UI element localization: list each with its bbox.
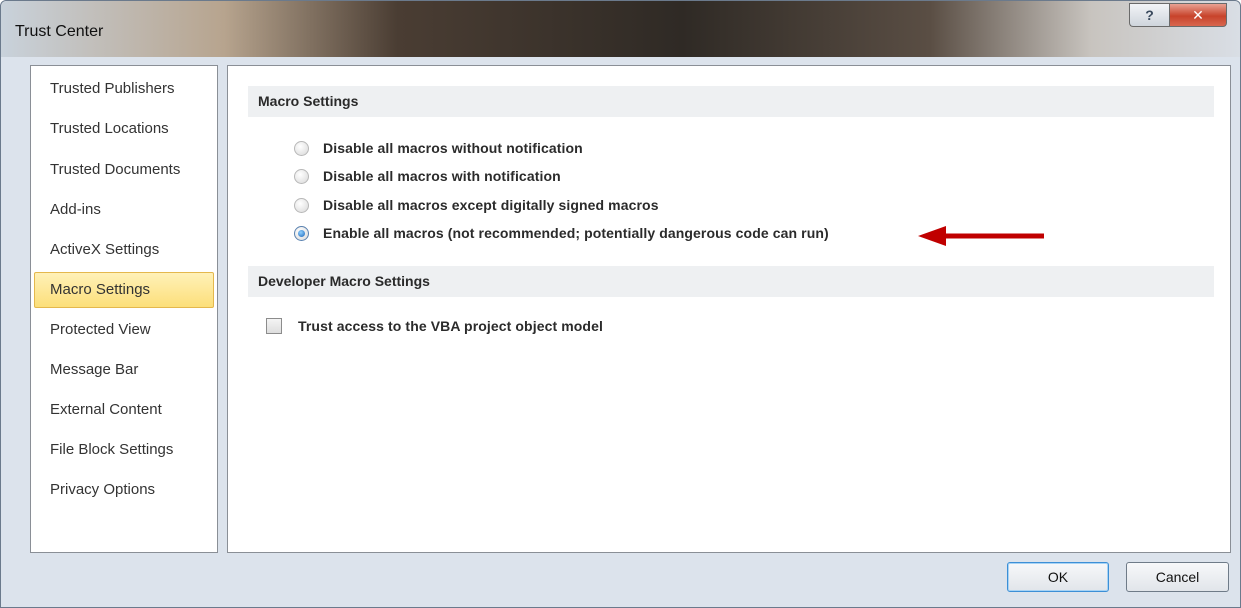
nav-item-trusted-locations[interactable]: Trusted Locations [34, 111, 214, 147]
help-button[interactable]: ? [1129, 3, 1169, 27]
checkbox-label: Trust access to the VBA project object m… [298, 318, 603, 334]
red-arrow-icon [918, 226, 1044, 246]
nav-item-macro-settings[interactable]: Macro Settings [34, 272, 214, 308]
nav-item-external-content[interactable]: External Content [34, 392, 214, 428]
radio-label: Enable all macros (not recommended; pote… [323, 225, 829, 241]
radio-option-disable-no-notification[interactable]: Disable all macros without notification [294, 137, 583, 159]
radio-label: Disable all macros except digitally sign… [323, 197, 659, 213]
radio-button[interactable] [294, 140, 309, 156]
radio-option-disable-except-signed[interactable]: Disable all macros except digitally sign… [294, 194, 659, 216]
cancel-button[interactable]: Cancel [1126, 562, 1229, 592]
trust-center-dialog: Trust Center ? ✕ Trusted Publishers Trus… [0, 0, 1241, 608]
nav-item-add-ins[interactable]: Add-ins [34, 192, 214, 228]
nav-item-activex-settings[interactable]: ActiveX Settings [34, 232, 214, 268]
settings-panel: Macro Settings Disable all macros withou… [227, 65, 1231, 553]
nav-item-message-bar[interactable]: Message Bar [34, 352, 214, 388]
radio-label: Disable all macros without notification [323, 140, 583, 156]
close-button[interactable]: ✕ [1169, 3, 1227, 27]
help-icon: ? [1145, 7, 1154, 23]
nav-item-protected-view[interactable]: Protected View [34, 312, 214, 348]
window-title: Trust Center [15, 23, 104, 40]
radio-button-selected[interactable] [294, 225, 309, 241]
title-bar[interactable]: Trust Center ? ✕ [1, 1, 1240, 57]
developer-macro-settings-header: Developer Macro Settings [248, 266, 1214, 297]
vba-trust-checkbox-row[interactable]: Trust access to the VBA project object m… [266, 315, 603, 337]
radio-button[interactable] [294, 197, 309, 213]
macro-settings-header: Macro Settings [248, 86, 1214, 117]
nav-item-privacy-options[interactable]: Privacy Options [34, 472, 214, 508]
close-icon: ✕ [1192, 6, 1204, 23]
nav-item-trusted-documents[interactable]: Trusted Documents [34, 152, 214, 188]
radio-label: Disable all macros with notification [323, 168, 561, 184]
radio-option-enable-all[interactable]: Enable all macros (not recommended; pote… [294, 222, 829, 244]
nav-item-trusted-publishers[interactable]: Trusted Publishers [34, 71, 214, 107]
radio-button[interactable] [294, 168, 309, 184]
category-list: Trusted Publishers Trusted Locations Tru… [30, 65, 218, 553]
radio-option-disable-with-notification[interactable]: Disable all macros with notification [294, 165, 561, 187]
ok-button[interactable]: OK [1007, 562, 1109, 592]
vba-trust-checkbox[interactable] [266, 318, 282, 334]
nav-item-file-block-settings[interactable]: File Block Settings [34, 432, 214, 468]
